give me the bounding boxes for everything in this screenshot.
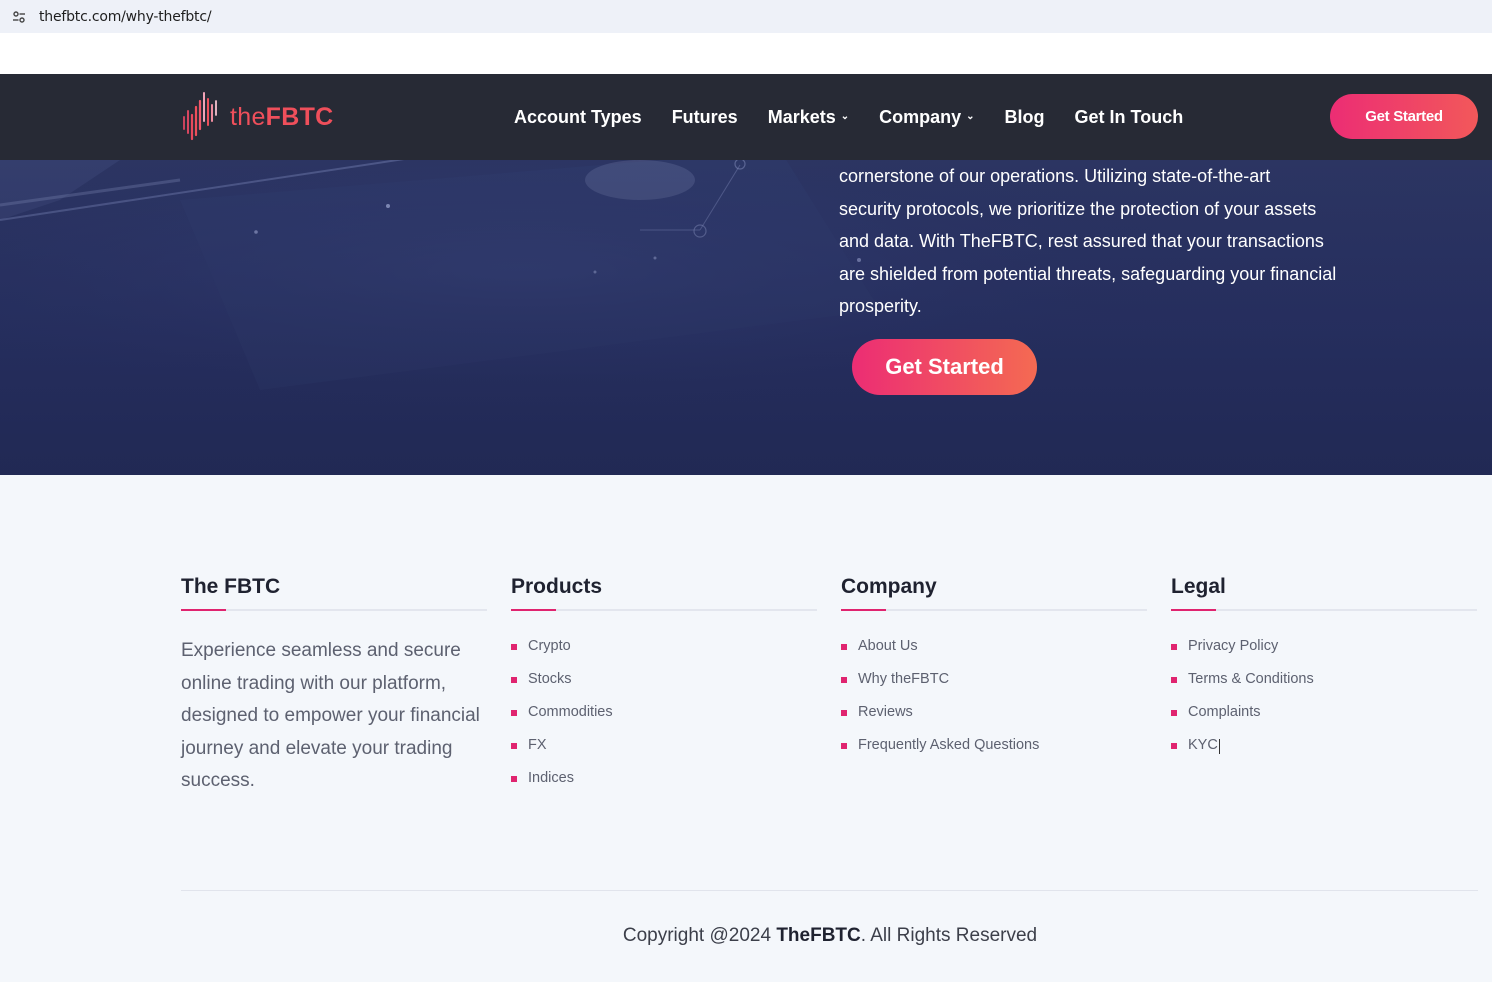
browser-address-bar: thefbtc.com/why-thefbtc/ bbox=[0, 0, 1492, 33]
bullet-square-icon bbox=[1171, 644, 1177, 650]
footer-link-crypto[interactable]: Crypto bbox=[511, 638, 817, 671]
footer-link-indices[interactable]: Indices bbox=[511, 770, 817, 803]
site-settings-icon[interactable] bbox=[12, 10, 26, 24]
logo-text-fbtc: FBTC bbox=[265, 102, 334, 131]
footer-about-column: The FBTC Experience seamless and secure … bbox=[181, 575, 487, 798]
bullet-square-icon bbox=[511, 776, 517, 782]
footer-link-why-thefbtc[interactable]: Why theFBTC bbox=[841, 671, 1147, 704]
footer-products-title: Products bbox=[511, 575, 603, 598]
footer-about-title: The FBTC bbox=[181, 575, 281, 598]
hero-line: security protocols, we prioritize the pr… bbox=[839, 198, 1317, 219]
nav-blog[interactable]: Blog bbox=[1005, 107, 1045, 128]
text-cursor bbox=[1218, 739, 1220, 754]
bullet-square-icon bbox=[511, 677, 517, 683]
bullet-square-icon bbox=[511, 743, 517, 749]
footer-company-title: Company bbox=[841, 575, 937, 598]
footer-link-commodities[interactable]: Commodities bbox=[511, 704, 817, 737]
hero-line: prosperity. bbox=[839, 296, 922, 316]
footer-divider bbox=[181, 890, 1478, 891]
footer-link-privacy-policy[interactable]: Privacy Policy bbox=[1171, 638, 1477, 671]
hero-line: are shielded from potential threats, saf… bbox=[839, 263, 1337, 284]
nav-account-types[interactable]: Account Types bbox=[514, 107, 642, 128]
footer-link-complaints[interactable]: Complaints bbox=[1171, 704, 1477, 737]
bullet-square-icon bbox=[1171, 710, 1177, 716]
bullet-square-icon bbox=[1171, 677, 1177, 683]
nav-get-in-touch[interactable]: Get In Touch bbox=[1075, 107, 1184, 128]
copyright-text: Copyright @2024 TheFBTC. All Rights Rese… bbox=[622, 925, 1038, 946]
bullet-square-icon bbox=[1171, 743, 1177, 749]
footer-products-column: Products Crypto Stocks Commodities FX In… bbox=[511, 575, 817, 803]
site-logo[interactable]: theFBTC bbox=[181, 91, 334, 143]
footer-link-about-us[interactable]: About Us bbox=[841, 638, 1147, 671]
hero-line: and data. With TheFBTC, rest assured tha… bbox=[839, 231, 1324, 251]
bullet-square-icon bbox=[511, 644, 517, 650]
footer-title-underline bbox=[181, 609, 487, 611]
bullet-square-icon bbox=[841, 677, 847, 683]
footer-legal-column: Legal Privacy Policy Terms & Conditions … bbox=[1171, 575, 1477, 770]
main-nav: Account Types Futures Markets ⌄ Company ⌄ … bbox=[514, 74, 1213, 160]
hero-description: cornerstone of our operations. Utilizing… bbox=[839, 160, 1399, 323]
site-footer: The FBTC Experience seamless and secure … bbox=[0, 475, 1492, 982]
nav-company[interactable]: Company ⌄ bbox=[879, 107, 974, 128]
address-url[interactable]: thefbtc.com/why-thefbtc/ bbox=[39, 9, 212, 25]
footer-link-kyc[interactable]: KYC bbox=[1171, 737, 1477, 770]
chevron-down-icon: ⌄ bbox=[966, 110, 975, 122]
header-get-started-button[interactable]: Get Started bbox=[1330, 94, 1478, 139]
footer-link-reviews[interactable]: Reviews bbox=[841, 704, 1147, 737]
footer-link-terms[interactable]: Terms & Conditions bbox=[1171, 671, 1477, 704]
footer-title-underline bbox=[511, 609, 817, 611]
bullet-square-icon bbox=[841, 710, 847, 716]
browser-content-top bbox=[0, 33, 1492, 74]
chevron-down-icon: ⌄ bbox=[840, 110, 850, 122]
bullet-square-icon bbox=[511, 710, 517, 716]
hero-get-started-button[interactable]: Get Started bbox=[852, 339, 1037, 395]
logo-text-the: the bbox=[230, 102, 266, 131]
footer-link-stocks[interactable]: Stocks bbox=[511, 671, 817, 704]
footer-title-underline bbox=[841, 609, 1147, 611]
bullet-square-icon bbox=[841, 743, 847, 749]
footer-link-faq[interactable]: Frequently Asked Questions bbox=[841, 737, 1147, 770]
nav-markets[interactable]: Markets ⌄ bbox=[768, 107, 849, 128]
site-header: theFBTC Account Types Futures Markets ⌄ C… bbox=[0, 74, 1492, 160]
footer-about-text: Experience seamless and secure online tr… bbox=[181, 640, 480, 791]
nav-futures[interactable]: Futures bbox=[672, 107, 738, 128]
footer-link-fx[interactable]: FX bbox=[511, 737, 817, 770]
footer-title-underline bbox=[1171, 609, 1477, 611]
footer-company-column: Company About Us Why theFBTC Reviews Fre… bbox=[841, 575, 1147, 770]
copyright-brand: TheFBTC bbox=[776, 925, 861, 946]
hero-line: cornerstone of our operations. Utilizing… bbox=[839, 166, 1271, 186]
bullet-square-icon bbox=[841, 644, 847, 650]
hero-section: cornerstone of our operations. Utilizing… bbox=[0, 160, 1492, 475]
footer-legal-title: Legal bbox=[1171, 575, 1226, 598]
logo-candlestick-icon bbox=[183, 92, 217, 141]
